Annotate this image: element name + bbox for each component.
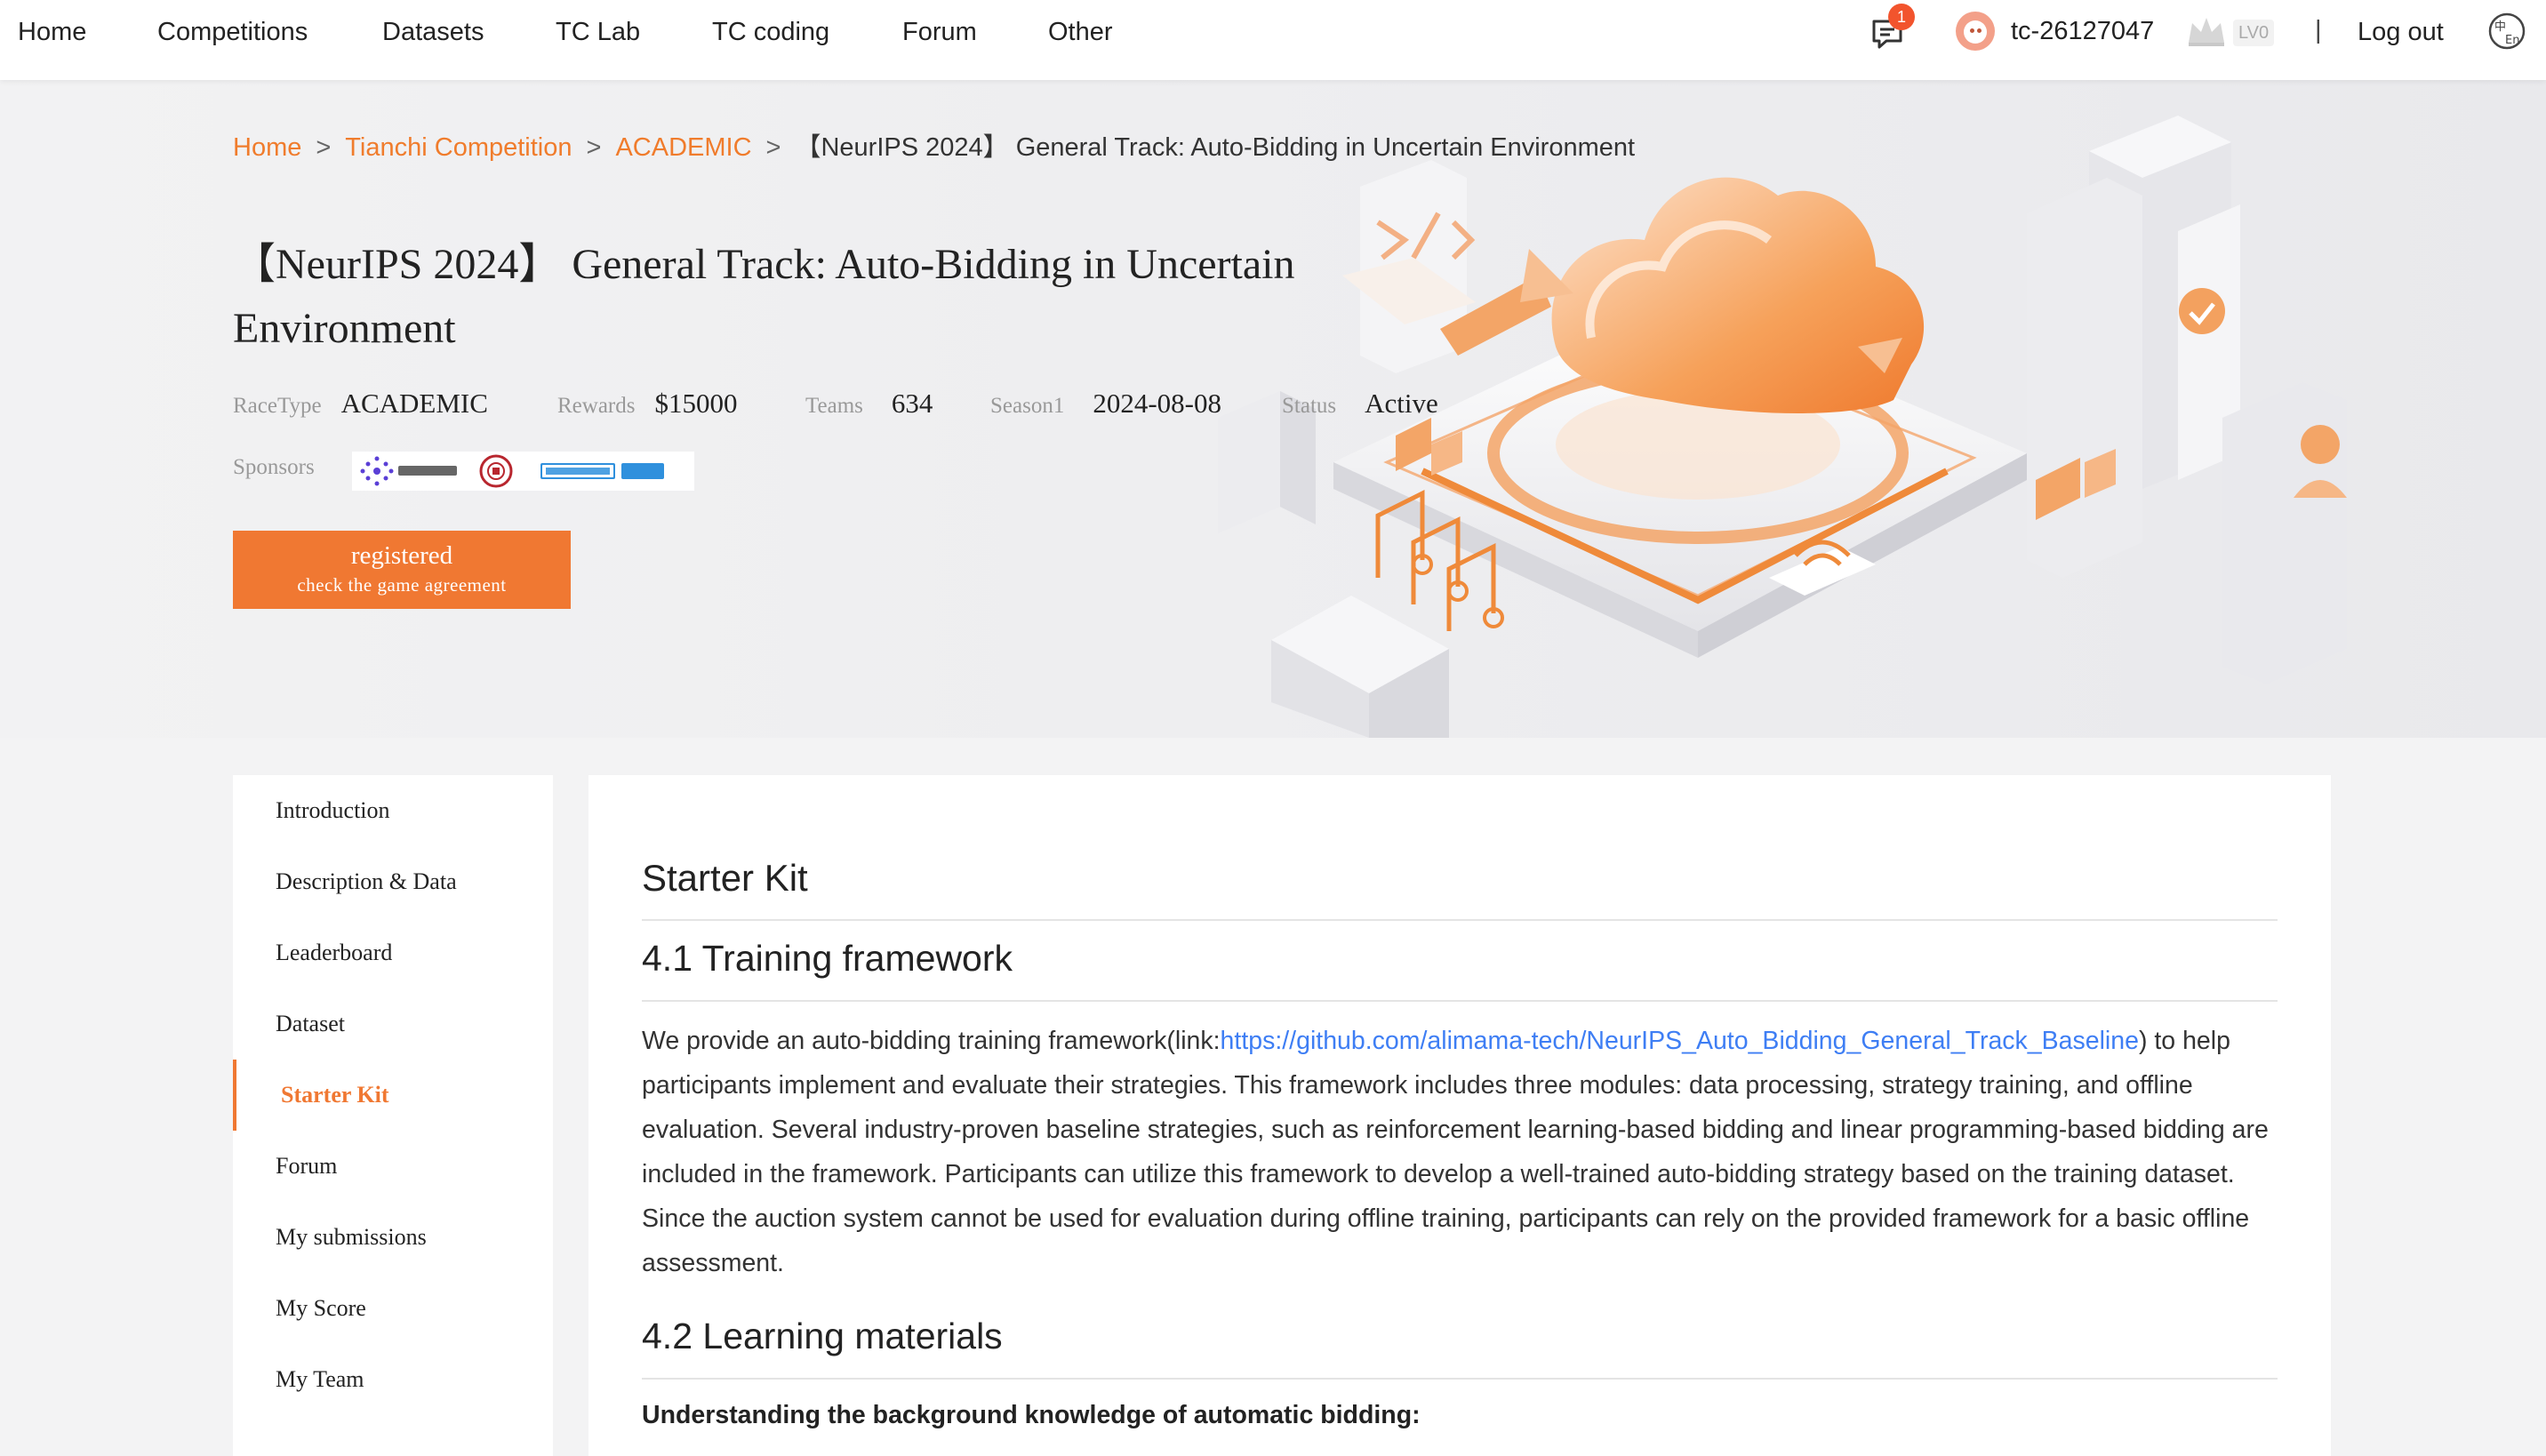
meta-label: Teams xyxy=(805,394,863,418)
meta-value: 634 xyxy=(891,388,933,419)
breadcrumb-current: 【NeurIPS 2024】 General Track: Auto-Biddi… xyxy=(795,133,1636,162)
sponsors-label: Sponsors xyxy=(233,455,315,479)
meta-season: Season1 2024-08-08 xyxy=(990,388,1221,423)
breadcrumb-tianchi-competition[interactable]: Tianchi Competition xyxy=(345,133,572,162)
nav-other[interactable]: Other xyxy=(1048,0,1113,64)
competition-sidebar: Introduction Description & Data Leaderbo… xyxy=(233,775,553,1456)
language-switch-icon[interactable]: 中 En xyxy=(2486,11,2527,52)
svg-text:En: En xyxy=(2505,34,2519,47)
top-navigation-bar: Home Competitions Datasets TC Lab TC cod… xyxy=(0,0,2546,80)
meta-label: Status xyxy=(1282,394,1337,418)
sidebar-item-leaderboard[interactable]: Leaderboard xyxy=(233,917,553,988)
registered-button[interactable]: registered check the game agreement xyxy=(233,531,571,609)
paragraph-text: ) to help participants implement and eva… xyxy=(642,1027,2269,1277)
level-badge: LV0 xyxy=(2233,20,2275,46)
breadcrumb-home[interactable]: Home xyxy=(233,133,301,162)
sidebar-item-dataset[interactable]: Dataset xyxy=(233,988,553,1060)
game-agreement-link[interactable]: check the game agreement xyxy=(233,572,571,598)
meta-label: RaceType xyxy=(233,394,322,418)
svg-text:中: 中 xyxy=(2494,20,2506,34)
meta-value: $15000 xyxy=(654,388,738,419)
nav-datasets[interactable]: Datasets xyxy=(382,0,484,64)
meta-value: ACADEMIC xyxy=(340,388,488,419)
crown-icon xyxy=(2189,18,2224,46)
sponsors-logos xyxy=(352,452,694,491)
meta-status: Status Active xyxy=(1282,388,1438,423)
breadcrumb-separator: > xyxy=(586,133,602,162)
username[interactable]: tc-26127047 xyxy=(2011,0,2154,64)
meta-value: 2024-08-08 xyxy=(1093,388,1221,419)
registered-label: registered xyxy=(350,541,453,570)
avatar-icon[interactable] xyxy=(1956,12,1995,51)
meta-label: Rewards xyxy=(557,394,636,418)
divider xyxy=(642,1378,2278,1380)
nav-forum[interactable]: Forum xyxy=(902,0,977,64)
learning-materials-subtitle: Understanding the background knowledge o… xyxy=(642,1401,1421,1429)
section-heading-training-framework: 4.1 Training framework xyxy=(642,938,1013,979)
nav-competitions[interactable]: Competitions xyxy=(157,0,308,64)
starter-kit-content: Starter Kit 4.1 Training framework We pr… xyxy=(588,775,2331,1456)
meta-racetype: RaceType ACADEMIC xyxy=(233,388,488,423)
divider xyxy=(642,1000,2278,1002)
breadcrumb-separator: > xyxy=(765,133,781,162)
nav-tc-coding[interactable]: TC coding xyxy=(712,0,829,64)
nav-tc-lab[interactable]: TC Lab xyxy=(556,0,640,64)
breadcrumb-academic[interactable]: ACADEMIC xyxy=(615,133,751,162)
breadcrumb: Home > Tianchi Competition > ACADEMIC > 【NeurI… xyxy=(233,126,1635,162)
section-heading-learning-materials: 4.2 Learning materials xyxy=(642,1316,1003,1356)
page-heading: Starter Kit xyxy=(642,857,808,899)
meta-value: Active xyxy=(1365,388,1438,419)
paragraph-text: We provide an auto-bidding training fram… xyxy=(642,1027,1221,1055)
sidebar-item-forum[interactable]: Forum xyxy=(233,1131,553,1202)
sidebar-item-introduction[interactable]: Introduction xyxy=(233,775,553,846)
nav-separator: | xyxy=(2315,16,2322,44)
sidebar-item-my-score[interactable]: My Score xyxy=(233,1273,553,1344)
alimama-logo xyxy=(360,456,457,486)
tianchi-logo xyxy=(540,463,664,479)
meta-teams: Teams 634 xyxy=(805,388,933,423)
github-baseline-link[interactable]: https://github.com/alimama-tech/NeurIPS_… xyxy=(1221,1027,2139,1055)
divider xyxy=(642,919,2278,921)
message-count-badge: 1 xyxy=(1888,4,1915,30)
sidebar-item-my-team[interactable]: My Team xyxy=(233,1344,553,1415)
sidebar-item-starter-kit[interactable]: Starter Kit xyxy=(233,1060,553,1131)
university-seal-logo xyxy=(479,454,513,488)
competition-title: 【NeurIPS 2024】 General Track: Auto-Biddi… xyxy=(233,241,1295,352)
breadcrumb-separator: > xyxy=(316,133,332,162)
training-framework-paragraph: We provide an auto-bidding training fram… xyxy=(642,1019,2286,1285)
sidebar-item-my-submissions[interactable]: My submissions xyxy=(233,1202,553,1273)
meta-rewards: Rewards $15000 xyxy=(557,388,737,423)
logout-link[interactable]: Log out xyxy=(2358,0,2444,64)
meta-label: Season1 xyxy=(990,394,1065,418)
sidebar-item-description-data[interactable]: Description & Data xyxy=(233,846,553,917)
nav-home[interactable]: Home xyxy=(18,0,86,64)
